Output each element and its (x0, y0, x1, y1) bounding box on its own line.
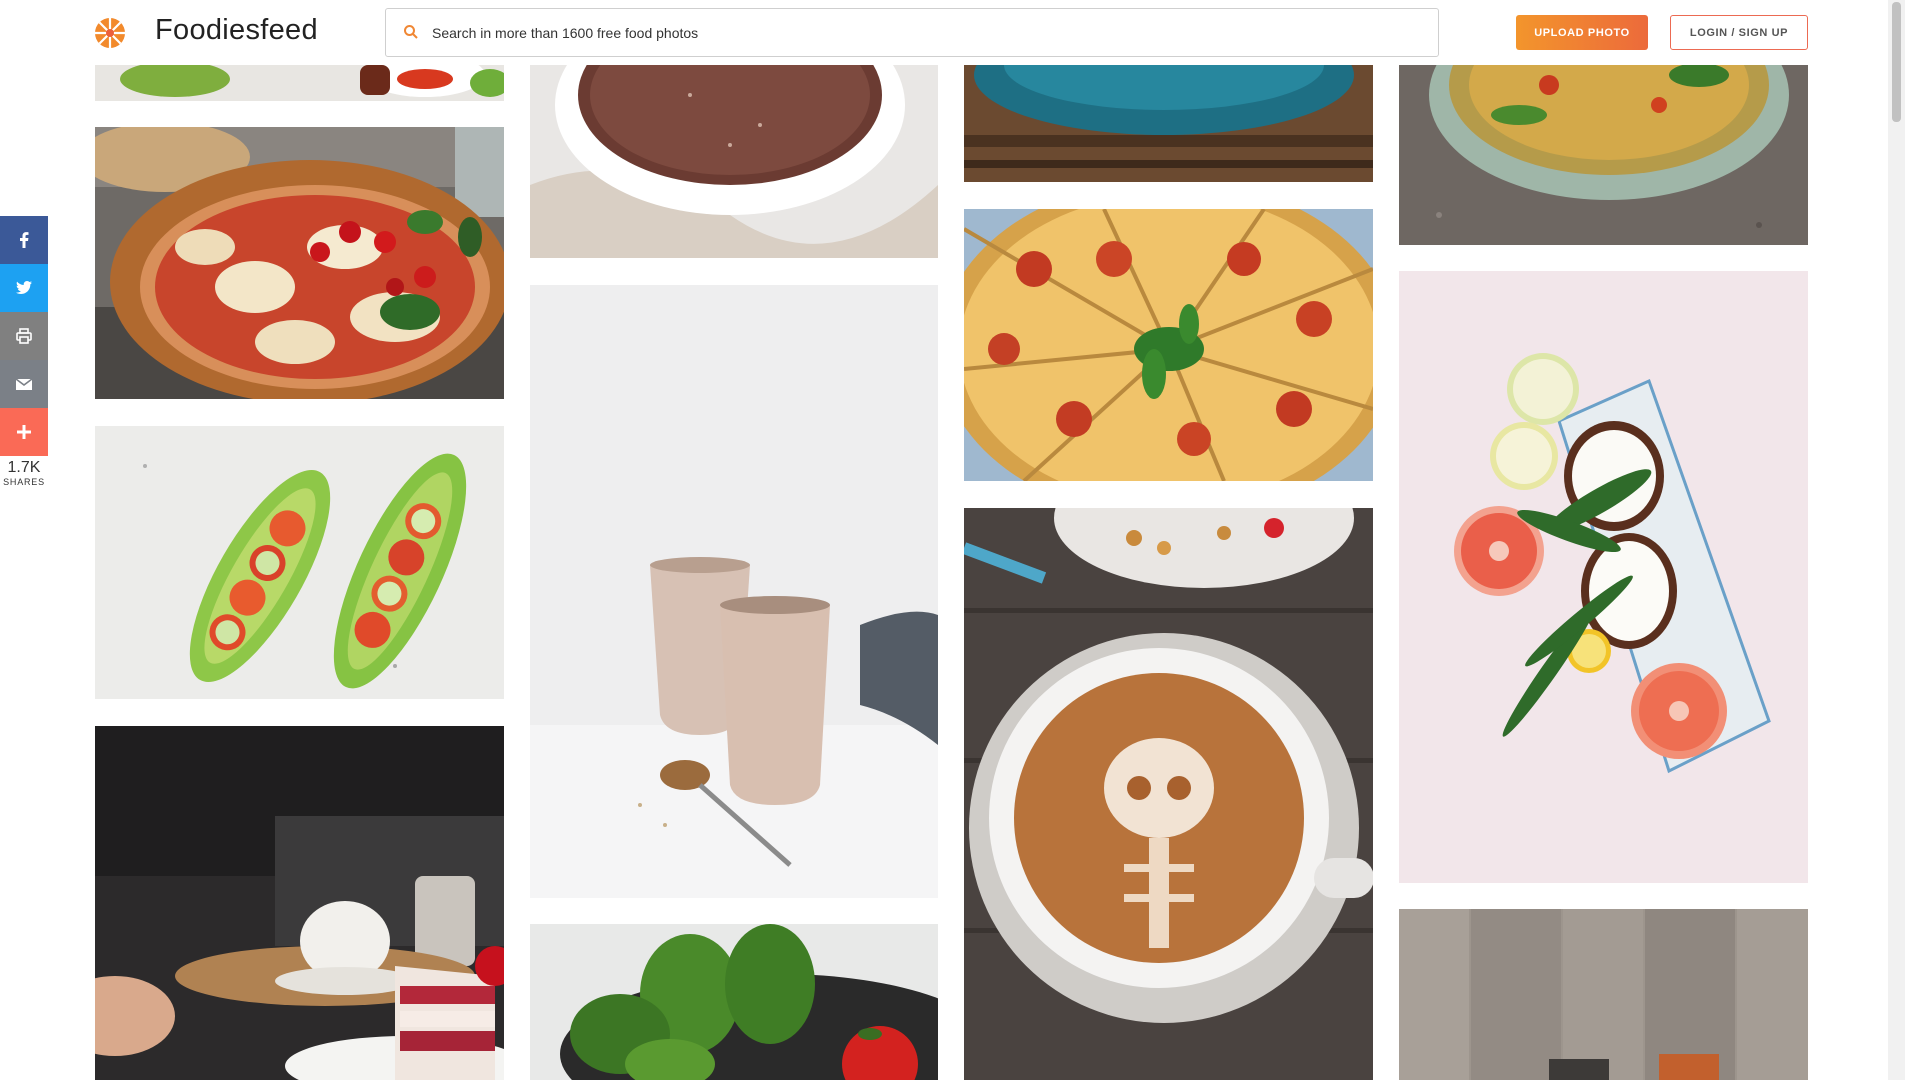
photo-teal-bowl[interactable] (964, 65, 1373, 182)
print-share-button[interactable] (0, 312, 48, 360)
email-icon (15, 378, 33, 390)
scrollbar-thumb[interactable] (1892, 2, 1901, 122)
email-share-button[interactable] (0, 360, 48, 408)
photo-noodle-soup[interactable] (1399, 65, 1808, 245)
photo-pepperoni-pizza[interactable] (964, 209, 1373, 481)
photo-grid (0, 0, 1905, 1080)
facebook-icon (20, 232, 29, 248)
photo-smoothie-glasses[interactable] (530, 285, 938, 898)
share-sidebar: 1.7K SHARES (0, 216, 48, 488)
twitter-icon (16, 281, 32, 294)
search-box[interactable] (385, 8, 1439, 57)
photo-salad-top[interactable] (95, 65, 504, 101)
brand-name[interactable]: Foodiesfeed (155, 14, 318, 47)
facebook-share-button[interactable] (0, 216, 48, 264)
login-signup-button[interactable]: LOGIN / SIGN UP (1670, 15, 1808, 50)
photo-red-velvet-cake[interactable] (95, 726, 504, 1080)
share-label: SHARES (3, 477, 45, 487)
photo-avocado-toast[interactable] (95, 426, 504, 699)
photo-basil-tomato[interactable] (530, 924, 938, 1080)
share-count: 1.7K (7, 459, 41, 476)
photo-chocolate-cake[interactable] (530, 65, 938, 258)
print-icon (16, 328, 32, 344)
photo-wood-table[interactable] (1399, 909, 1808, 1080)
photo-margherita-pizza[interactable] (95, 127, 504, 399)
upload-photo-button[interactable]: UPLOAD PHOTO (1516, 15, 1648, 50)
twitter-share-button[interactable] (0, 264, 48, 312)
photo-latte-art[interactable] (964, 508, 1373, 1080)
more-share-button[interactable] (0, 408, 48, 456)
logo-icon[interactable] (94, 17, 126, 49)
search-input[interactable] (430, 10, 1420, 55)
page-scrollbar[interactable] (1888, 0, 1905, 1080)
top-header: Foodiesfeed UPLOAD PHOTO LOGIN / SIGN UP (0, 0, 1905, 65)
plus-icon (17, 425, 31, 439)
photo-coconut-citrus[interactable] (1399, 271, 1808, 883)
search-icon (402, 23, 420, 41)
